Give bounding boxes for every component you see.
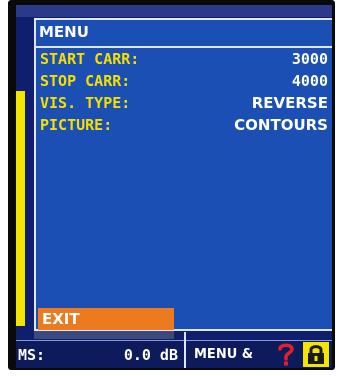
status-divider (184, 332, 186, 368)
lock-icon[interactable] (303, 342, 329, 367)
question-mark-icon[interactable] (278, 342, 294, 366)
menu-item-label: START CARR: (40, 50, 140, 68)
menu-item-stop-carr[interactable]: STOP CARR: 4000 (40, 72, 328, 94)
menu-item-label: STOP CARR: (40, 72, 131, 90)
menu-panel: MENU START CARR: 3000 STOP CARR: 4000 VI… (34, 18, 332, 331)
menu-item-label: PICTURE: (40, 116, 113, 134)
ms-label: MS: (18, 346, 46, 364)
menu-title: MENU (39, 23, 89, 41)
top-strip (16, 5, 332, 17)
status-bar: MS: 0.0 dB MENU & (16, 332, 332, 368)
menu-item-value: CONTOURS (234, 116, 328, 134)
menu-item-start-carr[interactable]: START CARR: 3000 (40, 50, 328, 72)
menu-item-label: VIS. TYPE: (40, 94, 131, 112)
menu-status-label[interactable]: MENU & (194, 341, 253, 368)
menu-item-vis-type[interactable]: VIS. TYPE: REVERSE (40, 94, 328, 116)
device-screen: MENU START CARR: 3000 STOP CARR: 4000 VI… (16, 5, 332, 368)
menu-item-value: 4000 (291, 72, 328, 90)
ms-readout: MS: 0.0 dB (16, 341, 184, 368)
underlay-strip (34, 331, 174, 339)
signal-trace-bar (16, 91, 25, 326)
exit-button[interactable]: EXIT (38, 308, 174, 330)
menu-title-bar: MENU (36, 20, 332, 48)
ms-value: 0.0 dB (123, 346, 178, 364)
menu-item-value: REVERSE (251, 94, 328, 112)
menu-item-picture[interactable]: PICTURE: CONTOURS (40, 116, 328, 138)
menu-item-value: 3000 (291, 50, 328, 68)
